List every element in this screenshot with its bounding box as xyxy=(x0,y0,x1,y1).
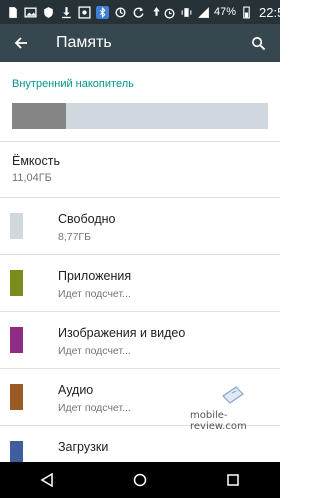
signal-icon xyxy=(197,6,210,19)
alarm-icon xyxy=(163,6,176,19)
item-label: Изображения и видео xyxy=(58,326,186,340)
divider xyxy=(0,141,280,142)
color-swatch xyxy=(10,384,23,410)
item-value: Идет подсчет... xyxy=(58,288,131,300)
shield-icon xyxy=(42,6,55,19)
capacity-value: 11,04ГБ xyxy=(12,172,52,184)
sync-icon xyxy=(114,6,127,19)
item-label: Приложения xyxy=(58,269,132,283)
navigation-bar xyxy=(0,462,280,498)
storage-item-apps[interactable]: Приложения Идет подсчет... xyxy=(0,255,280,312)
sim-card-icon xyxy=(6,6,19,19)
back-button[interactable] xyxy=(0,24,42,62)
color-swatch xyxy=(10,213,23,239)
nav-home-button[interactable] xyxy=(120,462,160,498)
item-label: Загрузки xyxy=(58,440,109,454)
storage-item-images-video[interactable]: Изображения и видео Идет подсчет... xyxy=(0,312,280,369)
square-recents-icon xyxy=(227,474,240,486)
page-title: Память xyxy=(56,34,112,51)
circle-home-icon xyxy=(133,473,147,487)
battery-icon xyxy=(240,6,253,19)
refresh-icon xyxy=(132,6,145,19)
image-icon xyxy=(24,6,37,19)
search-icon xyxy=(251,36,265,50)
item-label: Аудио xyxy=(58,383,94,397)
download-icon xyxy=(60,6,73,19)
status-bar: 47% 22:55 xyxy=(0,0,292,24)
status-right: 47% 22:55 xyxy=(163,5,292,20)
item-value: Идет подсчет... xyxy=(58,345,131,357)
photo-icon xyxy=(78,5,91,19)
bluetooth-icon xyxy=(96,5,109,19)
upload-icon xyxy=(150,6,163,19)
item-value: 8,77ГБ xyxy=(58,231,92,243)
clock: 22:55 xyxy=(259,4,292,20)
nav-recents-button[interactable] xyxy=(213,462,253,498)
search-button[interactable] xyxy=(246,24,270,62)
watermark: mobile-review.com xyxy=(190,384,270,434)
app-bar: Память xyxy=(0,24,280,62)
watermark-text: mobile-review.com xyxy=(190,410,247,432)
vibrate-icon xyxy=(180,6,193,19)
item-label: Свободно xyxy=(58,212,116,226)
capacity-block: Ёмкость 11,04ГБ xyxy=(12,154,60,184)
color-swatch xyxy=(10,270,23,296)
storage-item-free[interactable]: Свободно 8,77ГБ xyxy=(0,198,280,255)
color-swatch xyxy=(10,327,23,353)
capacity-label: Ёмкость xyxy=(12,154,60,168)
section-title: Внутренний накопитель xyxy=(12,78,134,90)
triangle-back-icon xyxy=(40,473,53,487)
storage-used-fill xyxy=(12,103,66,129)
nav-back-button[interactable] xyxy=(27,462,67,498)
storage-usage-bar xyxy=(12,103,268,129)
arrow-back-icon xyxy=(14,37,27,49)
battery-level: 47% xyxy=(214,6,237,18)
item-value: Идет подсчет... xyxy=(58,402,131,414)
watermark-logo-icon xyxy=(222,386,244,404)
status-icons xyxy=(6,5,163,19)
